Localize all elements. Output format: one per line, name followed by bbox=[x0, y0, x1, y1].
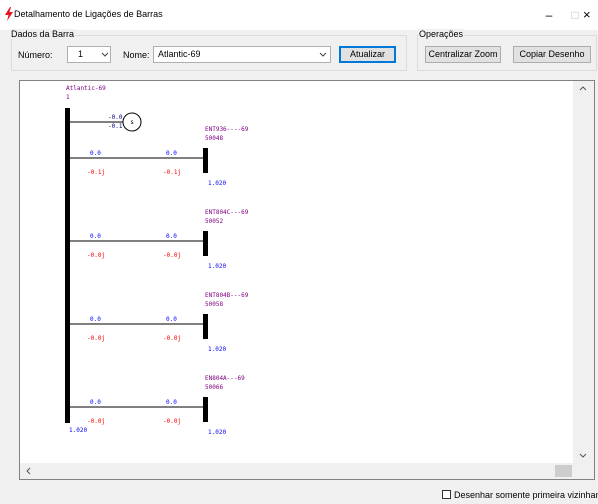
branch-voltage: 1.020 bbox=[208, 429, 226, 436]
horizontal-scroll-thumb[interactable] bbox=[555, 465, 572, 477]
branch-p-from: 0.0 bbox=[90, 233, 101, 240]
nome-value: Atlantic-69 bbox=[158, 49, 201, 59]
branch-q-from: -0.1j bbox=[87, 169, 105, 176]
branch-p-to: 0.0 bbox=[166, 233, 177, 240]
branch-q-to: -0.1j bbox=[163, 169, 181, 176]
branch-bus-name: EN804A---69 bbox=[205, 375, 245, 382]
branch-voltage: 1.020 bbox=[208, 346, 226, 353]
lightning-icon bbox=[5, 7, 13, 21]
close-button[interactable]: × bbox=[583, 4, 598, 26]
numero-value: 1 bbox=[78, 49, 84, 59]
branch-q-to: -0.0j bbox=[163, 335, 181, 342]
operacoes-label: Operações bbox=[418, 29, 465, 39]
main-bus-name: Atlantic-69 bbox=[66, 85, 106, 92]
branch-p-from: 0.0 bbox=[90, 399, 101, 406]
main-bus-voltage: 1.020 bbox=[69, 427, 87, 434]
branch-bus-bar bbox=[203, 148, 208, 173]
branch-q-to: -0.0j bbox=[163, 252, 181, 259]
branch-p-to: 0.0 bbox=[166, 316, 177, 323]
branch-voltage: 1.020 bbox=[208, 263, 226, 270]
branch-bus-name: ENT804C---69 bbox=[205, 209, 249, 216]
branch-bus-number: 50058 bbox=[205, 301, 223, 308]
shunt-q: -0.1 bbox=[108, 123, 123, 130]
branch-bus-name: ENT936----69 bbox=[205, 126, 249, 133]
numero-label: Número: bbox=[18, 50, 53, 60]
branch-voltage: 1.020 bbox=[208, 180, 226, 187]
branch-bus-bar bbox=[203, 397, 208, 422]
main-bus-number: 1 bbox=[66, 94, 70, 101]
branch-p-from: 0.0 bbox=[90, 316, 101, 323]
minimize-button[interactable]: – bbox=[535, 4, 563, 26]
copiar-desenho-button[interactable]: Copiar Desenho bbox=[513, 46, 591, 63]
branch-p-to: 0.0 bbox=[166, 150, 177, 157]
branch-bus-number: 50066 bbox=[205, 384, 223, 391]
atualizar-button[interactable]: Atualizar bbox=[339, 46, 396, 63]
branch-q-from: -0.0j bbox=[87, 335, 105, 342]
branch-bus-number: 50048 bbox=[205, 135, 223, 142]
branch-bus-number: 50052 bbox=[205, 218, 223, 225]
nome-select[interactable]: Atlantic-69 bbox=[153, 46, 331, 63]
scroll-up-icon[interactable] bbox=[579, 85, 587, 91]
horizontal-scrollbar[interactable] bbox=[20, 463, 583, 479]
nome-label: Nome: bbox=[123, 50, 150, 60]
vertical-scrollbar[interactable] bbox=[573, 81, 594, 463]
dados-barra-label: Dados da Barra bbox=[10, 29, 76, 39]
bus-diagram: Atlantic-69 1 1.020 s -0.0 -0.1 ENT936--… bbox=[65, 85, 249, 436]
scroll-corner bbox=[573, 463, 594, 479]
branch-p-from: 0.0 bbox=[90, 150, 101, 157]
shunt-p: -0.0 bbox=[108, 114, 123, 121]
primeira-vizinhanca-checkbox[interactable] bbox=[442, 490, 451, 499]
branch-bus-name: ENT804B---69 bbox=[205, 292, 249, 299]
centralizar-zoom-button[interactable]: Centralizar Zoom bbox=[425, 46, 501, 63]
chevron-down-icon[interactable] bbox=[101, 50, 109, 59]
window-title: Detalhamento de Ligações de Barras bbox=[14, 9, 163, 19]
shunt-label: s bbox=[130, 119, 134, 126]
primeira-vizinhanca-label: Desenhar somente primeira vizinhança bbox=[454, 490, 598, 500]
main-bus-bar bbox=[65, 108, 70, 423]
branch-bus-bar bbox=[203, 314, 208, 339]
chevron-down-icon[interactable] bbox=[319, 50, 327, 59]
branch-q-from: -0.0j bbox=[87, 418, 105, 425]
numero-select[interactable]: 1 bbox=[67, 46, 111, 63]
branch-bus-bar bbox=[203, 231, 208, 256]
scroll-left-icon[interactable] bbox=[25, 467, 31, 475]
branch-q-to: -0.0j bbox=[163, 418, 181, 425]
branch-q-from: -0.0j bbox=[87, 252, 105, 259]
scroll-down-icon[interactable] bbox=[579, 453, 587, 459]
branch-p-to: 0.0 bbox=[166, 399, 177, 406]
